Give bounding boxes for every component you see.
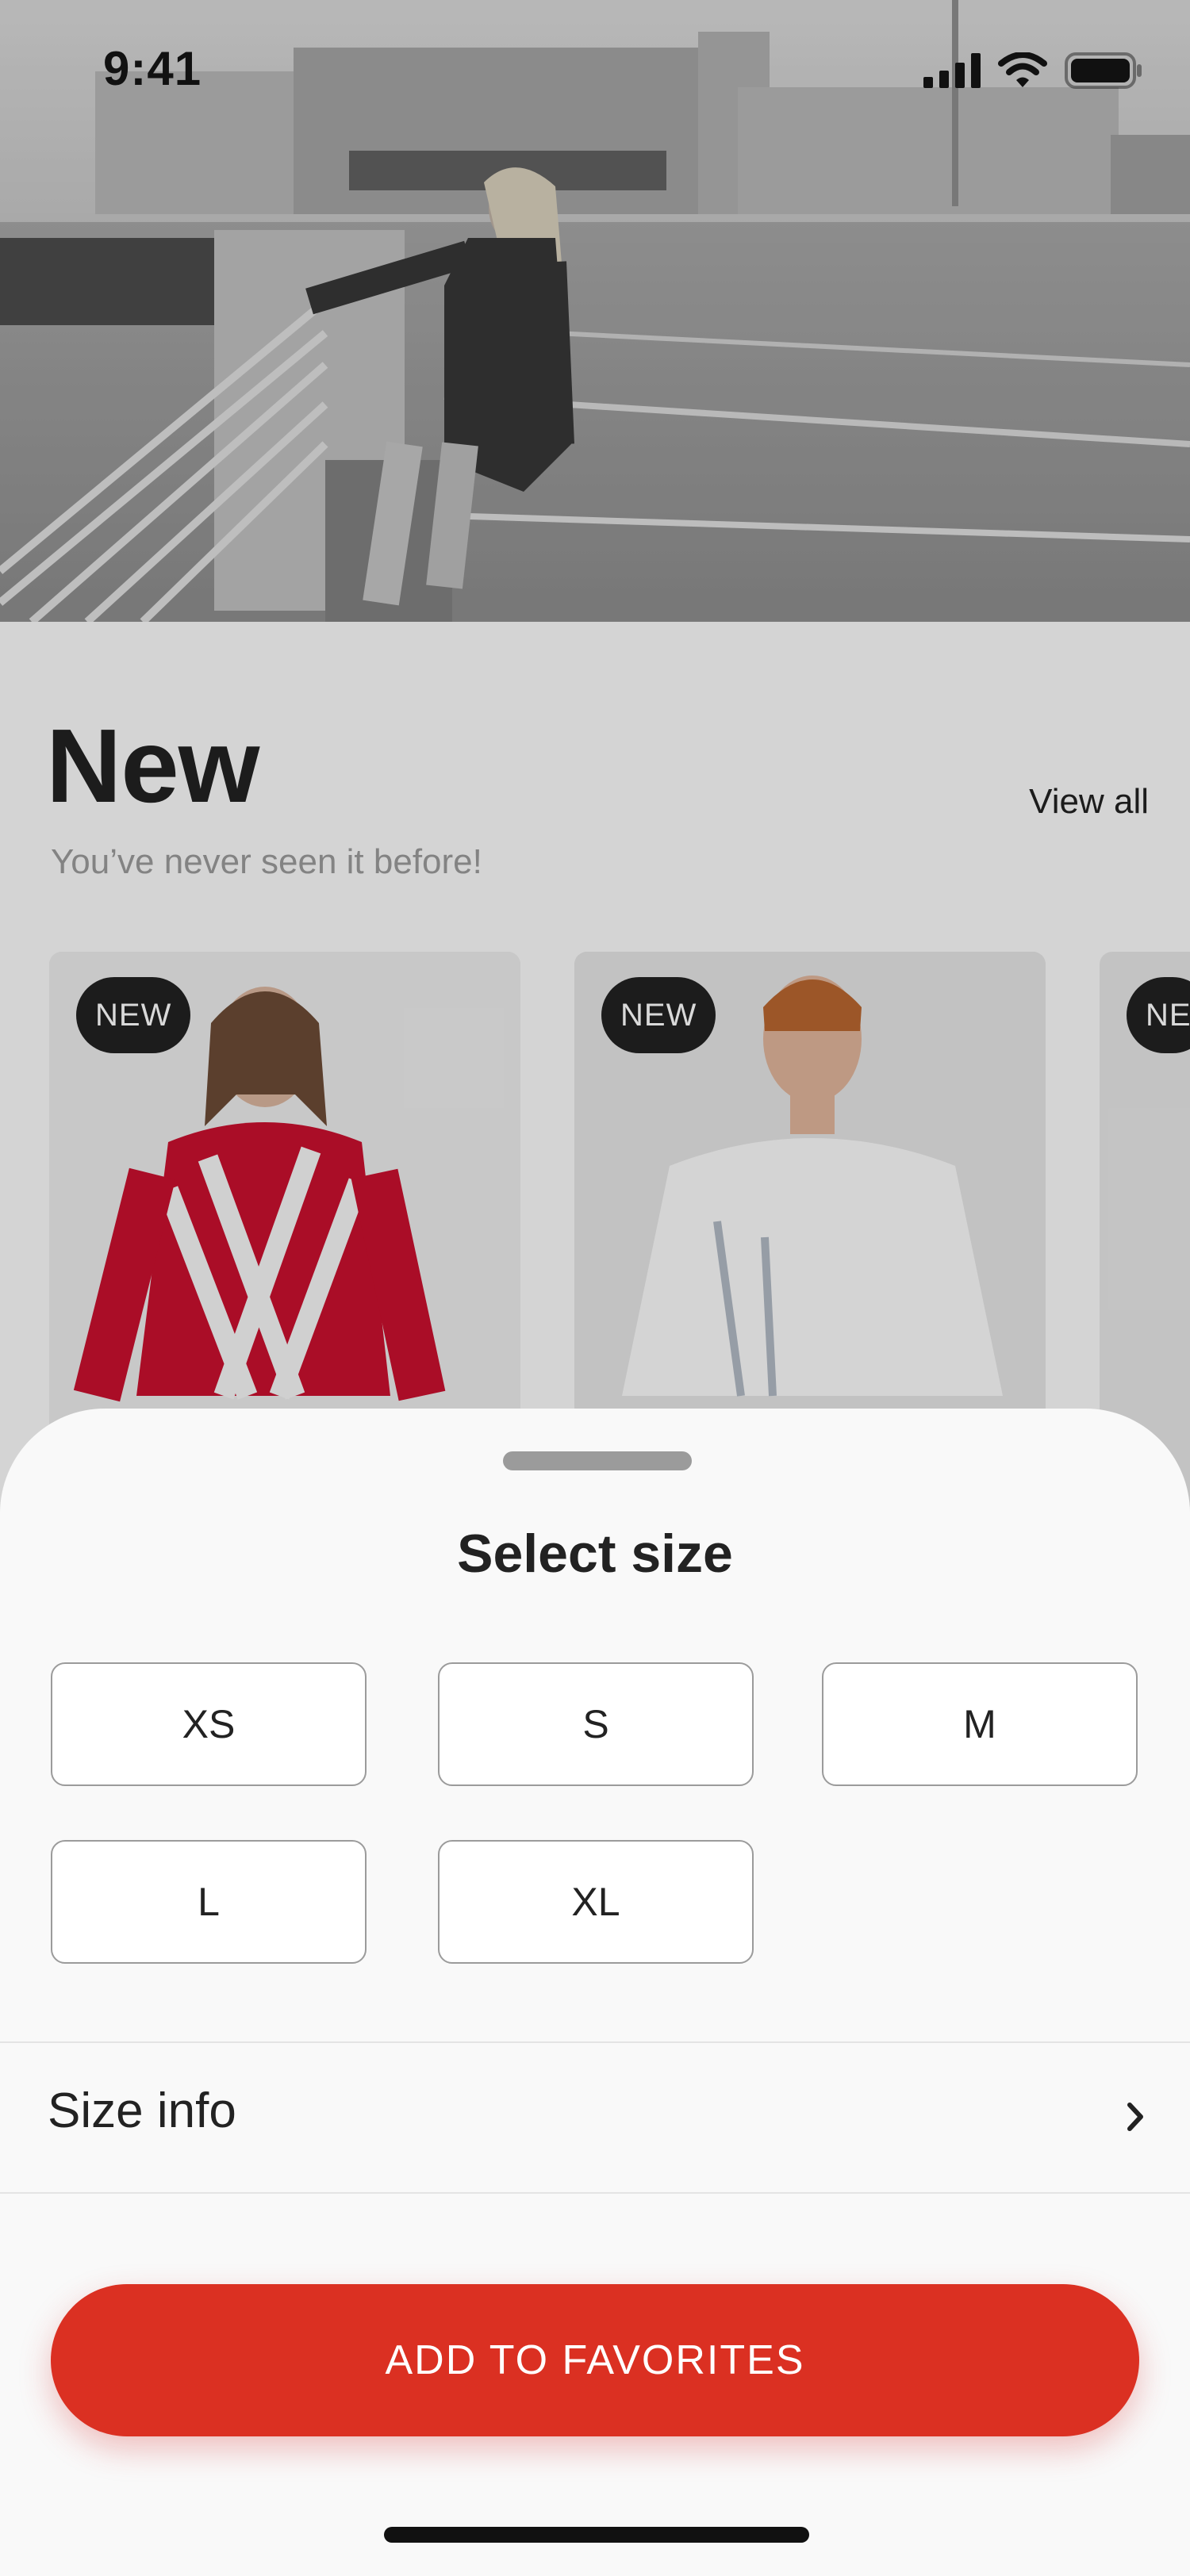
size-option-l[interactable]: L bbox=[51, 1840, 367, 1964]
size-option-m[interactable]: M bbox=[822, 1662, 1138, 1786]
sheet-title: Select size bbox=[457, 1524, 733, 1584]
status-icons bbox=[923, 52, 1142, 89]
size-option-xl[interactable]: XL bbox=[438, 1840, 754, 1964]
chevron-right-icon bbox=[1127, 2103, 1143, 2131]
battery-icon bbox=[1065, 52, 1142, 89]
wifi-icon bbox=[998, 52, 1047, 87]
size-info-label: Size info bbox=[48, 2083, 236, 2138]
app-screen: 9:41 New You’ve never seen it before! Vi… bbox=[0, 0, 1190, 2576]
status-bar: 9:41 bbox=[0, 0, 1190, 140]
sheet-grabber[interactable] bbox=[503, 1451, 692, 1470]
home-indicator bbox=[384, 2527, 809, 2543]
add-to-favorites-button[interactable]: ADD TO FAVORITES bbox=[51, 2284, 1139, 2436]
size-info-row[interactable]: Size info bbox=[0, 2043, 1190, 2192]
divider bbox=[0, 2192, 1190, 2194]
select-size-sheet: Select size XS S M L XL Size info ADD TO… bbox=[0, 1409, 1190, 2576]
status-time: 9:41 bbox=[103, 42, 202, 95]
size-option-s[interactable]: S bbox=[438, 1662, 754, 1786]
signal-icon bbox=[923, 53, 981, 88]
size-option-xs[interactable]: XS bbox=[51, 1662, 367, 1786]
